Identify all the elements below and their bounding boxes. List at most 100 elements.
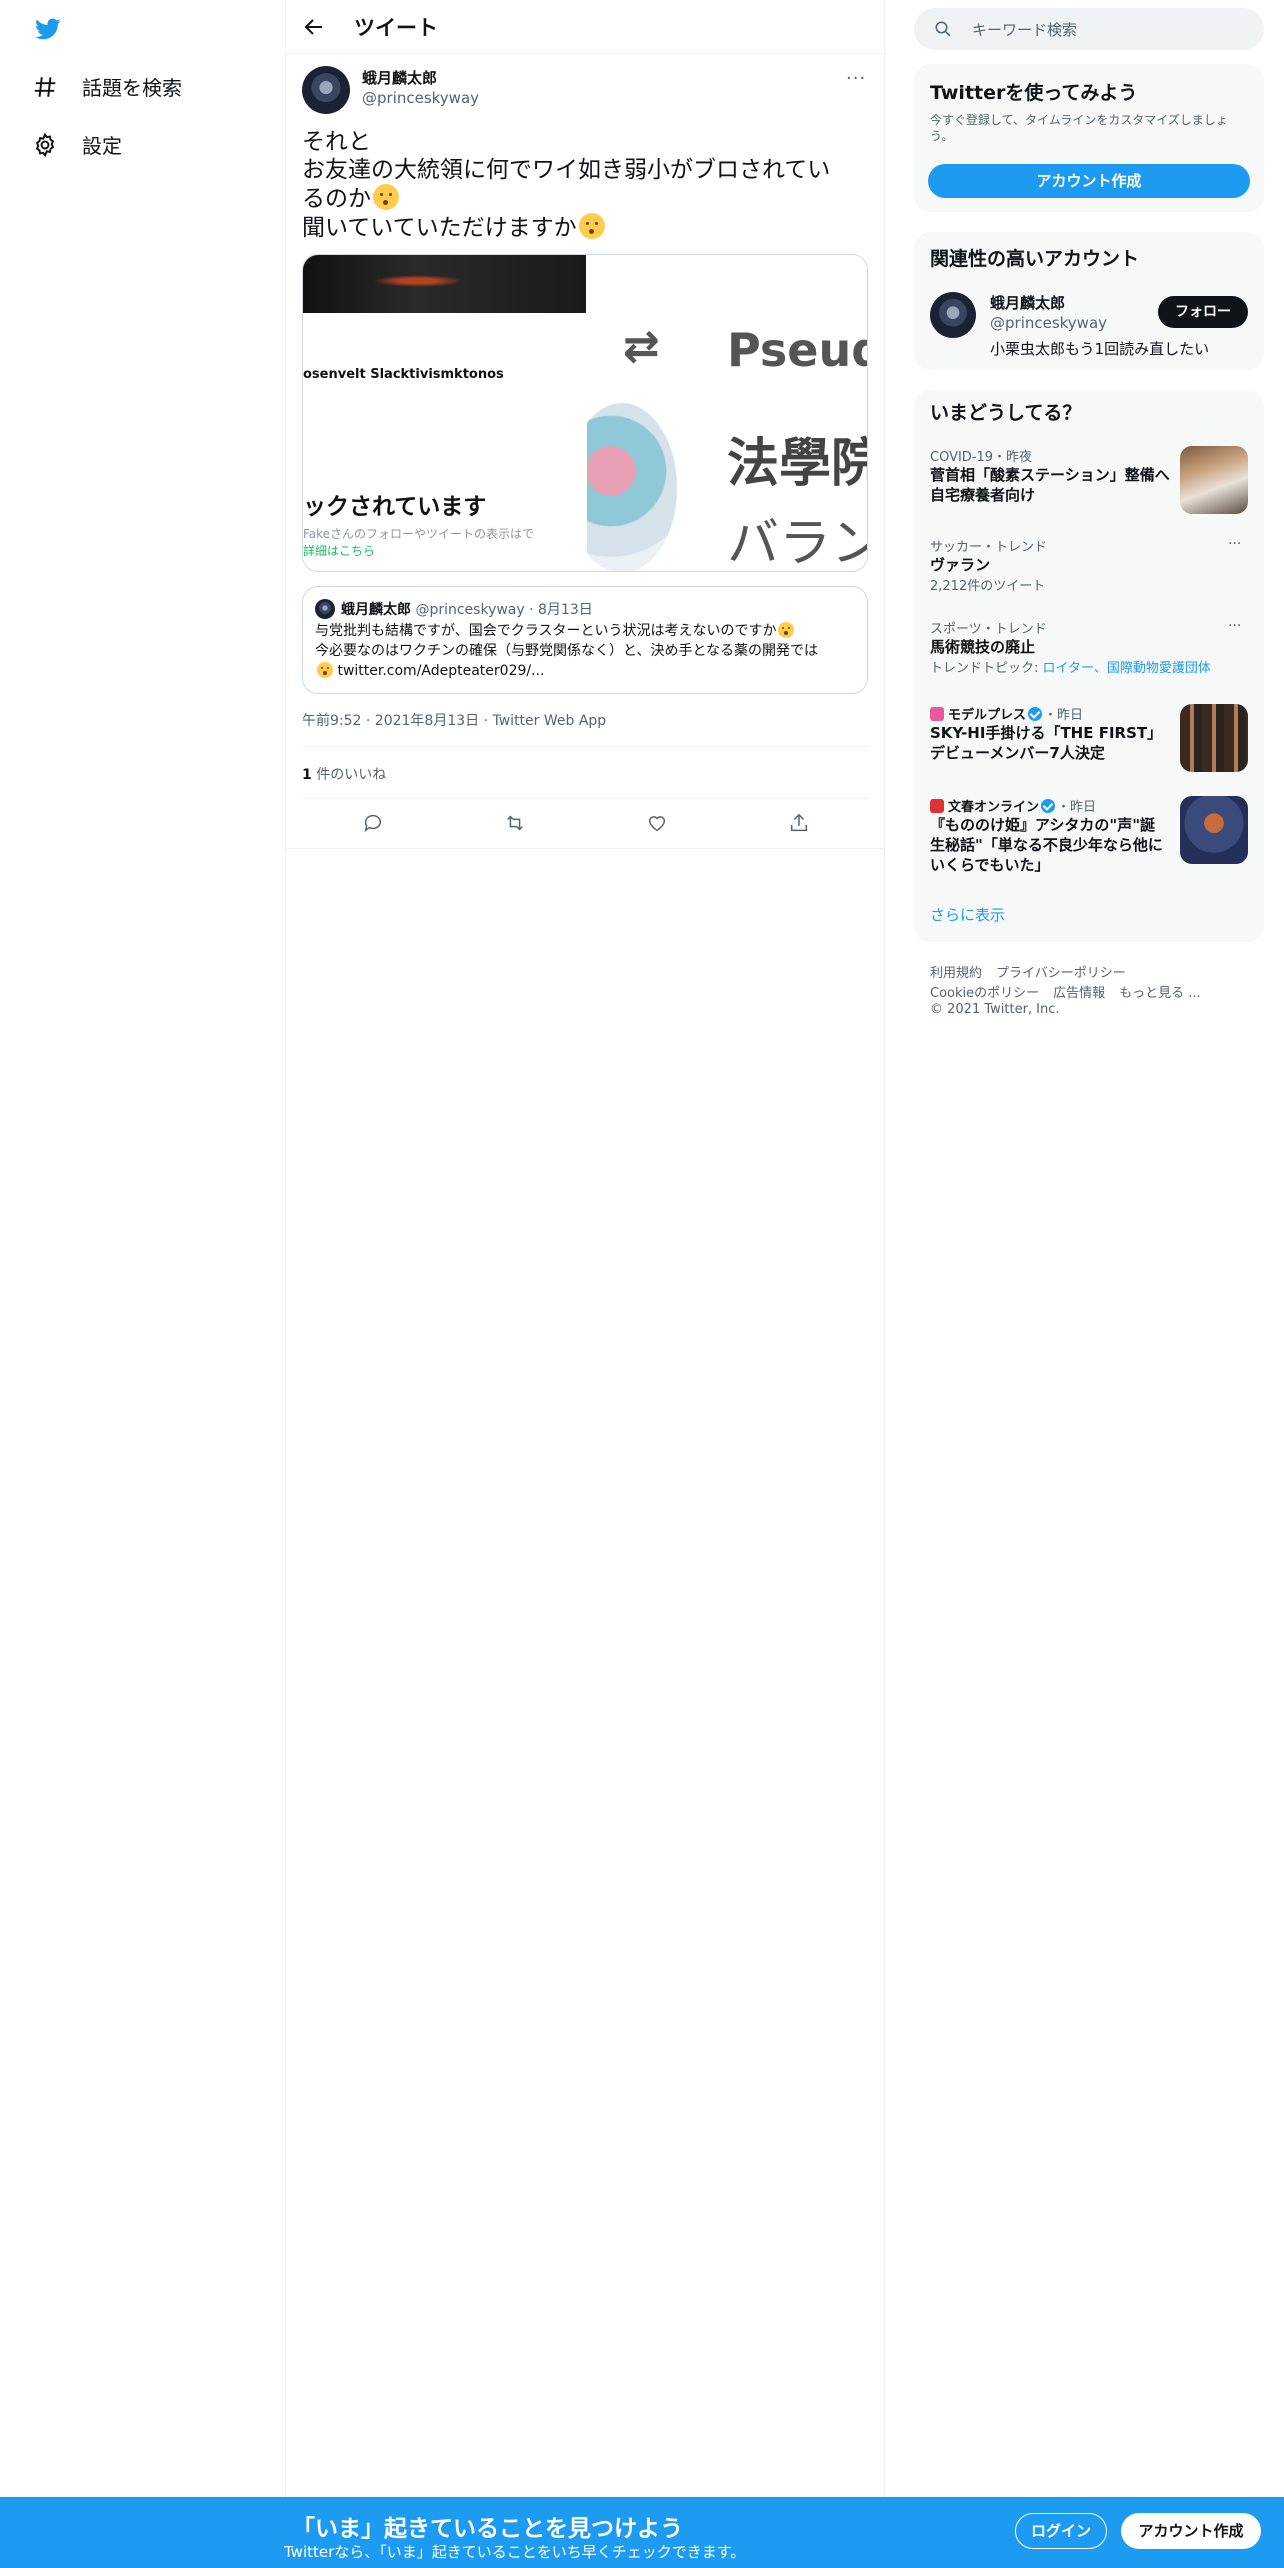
trend-source: 文春オンライン xyxy=(948,800,1040,815)
tweet-timestamp[interactable]: 午前9:52 · 2021年8月13日 · Twitter Web App xyxy=(302,710,606,730)
trend-category: COVID-19・昨夜 xyxy=(930,450,1033,465)
footer-links: Cookieのポリシー 広告情報 もっと見る ... xyxy=(930,982,1215,1001)
trends-card: いまどうしてる？ COVID-19・昨夜 菅首相「酸素ステーション」整備へ 自宅… xyxy=(914,390,1264,942)
nav-settings[interactable]: 設定 xyxy=(32,130,122,159)
related-name[interactable]: 蛾月麟太郎 xyxy=(990,292,1065,313)
worried-face-emoji-icon xyxy=(373,184,399,210)
worried-face-emoji-icon xyxy=(778,622,795,638)
author-name[interactable]: 蛾月麟太郎 xyxy=(362,68,479,88)
share-icon[interactable] xyxy=(788,812,810,834)
bottom-bar-subtitle: Twitterなら、「いま」起きていることをいち早くチェックできます。 xyxy=(284,2543,746,2561)
author-info[interactable]: 蛾月麟太郎 @princeskyway xyxy=(362,68,479,108)
related-bio: 小栗虫太郎もう1回読み直したい xyxy=(990,340,1210,358)
trend-category: サッカー・トレンド xyxy=(930,540,1048,555)
tweet-media[interactable]: osenvelt Slacktivismktonos ックされています Fake… xyxy=(302,254,868,572)
tweet-line: それと xyxy=(302,129,371,155)
gear-icon xyxy=(35,132,55,157)
tweet-actions xyxy=(302,812,868,840)
divider xyxy=(302,746,868,747)
trend-item[interactable]: COVID-19・昨夜 菅首相「酸素ステーション」整備へ 自宅療養者向け xyxy=(930,446,1170,505)
tweet-line: るのか xyxy=(302,186,371,212)
trend-thumbnail[interactable] xyxy=(1180,796,1248,864)
footer-link[interactable]: もっと見る ... xyxy=(1119,986,1201,1001)
trend-title: 『もののけ姫』アシタカの"声"誕生秘話"「単なる不良少年なら他にいくらでもいた」 xyxy=(930,816,1163,874)
quote-header: 蛾月麟太郎 @princeskyway · 8月13日 xyxy=(341,599,593,619)
author-handle[interactable]: @princeskyway xyxy=(362,88,479,108)
quote-line: 与党批判も結構ですが、国会でクラスターという状況は考えないのですか xyxy=(315,623,777,639)
trend-topic-link[interactable]: ロイター、国際動物愛護団体 xyxy=(1043,661,1211,676)
trend-item[interactable]: モデルプレス ・昨日 SKY-HI手掛ける「THE FIRST」デビューメンバー7… xyxy=(930,704,1170,763)
trend-item[interactable]: 文春オンライン ・昨日 『もののけ姫』アシタカの"声"誕生秘話"「単なる不良少年な… xyxy=(930,796,1170,875)
source-icon xyxy=(930,707,944,721)
retweet-icon[interactable] xyxy=(504,812,526,834)
hashtag-icon xyxy=(34,76,56,97)
footer-link[interactable]: 広告情報 xyxy=(1053,986,1105,1001)
tweet-text: それと お友達の大統領に何でワイ如き弱小がブロされてい るのか 聞いていていただ… xyxy=(302,128,868,242)
media-kanji: 法學院 xyxy=(727,434,868,494)
quote-body: 与党批判も結構ですが、国会でクラスターという状況は考えないのですか 今必要なのは… xyxy=(315,621,855,681)
login-button[interactable]: ログイン xyxy=(1015,2513,1107,2549)
trend-time: ・昨日 xyxy=(1044,708,1084,723)
trend-title: ヴァラン xyxy=(930,556,991,574)
divider xyxy=(884,0,885,2568)
trend-thumbnail[interactable] xyxy=(1180,446,1248,514)
footer-links: 利用規約 プライバシーポリシー xyxy=(930,962,1140,981)
media-avatar-art xyxy=(587,403,677,571)
media-profile-name: osenvelt Slacktivismktonos xyxy=(303,367,504,382)
like-heart-icon[interactable] xyxy=(646,812,668,834)
retweet-glyph-icon: ⇄ xyxy=(623,321,660,372)
media-image-right[interactable]: ⇄ Pseudo 法學院 バラン xyxy=(587,255,868,571)
quote-author-name: 蛾月麟太郎 xyxy=(341,602,411,618)
thinking-face-emoji-icon xyxy=(578,213,605,239)
related-accounts-card: 関連性の高いアカウント 蛾月麟太郎 @princeskyway 小栗虫太郎もう1… xyxy=(914,232,1264,370)
related-avatar[interactable] xyxy=(930,292,976,338)
trend-thumbnail[interactable] xyxy=(1180,704,1248,772)
signup-desc: 今すぐ登録して、タイムラインをカスタマイズしましょう。 xyxy=(930,113,1228,143)
more-options-icon[interactable]: ··· xyxy=(846,68,866,89)
more-options-icon[interactable]: ··· xyxy=(1228,536,1241,552)
tweet-line: お友達の大統領に何でワイ如き弱小がブロされてい xyxy=(302,157,831,183)
author-avatar[interactable] xyxy=(302,66,350,114)
back-arrow-icon[interactable] xyxy=(302,15,326,39)
trend-source: モデルプレス xyxy=(948,708,1027,723)
quote-avatar xyxy=(315,599,335,619)
media-banner xyxy=(303,255,586,313)
footer-link[interactable]: 利用規約 xyxy=(930,966,982,981)
media-image-left[interactable]: osenvelt Slacktivismktonos ックされています Fake… xyxy=(303,255,586,571)
trend-title: SKY-HI手掛ける「THE FIRST」デビューメンバー7人決定 xyxy=(930,724,1163,762)
trend-title: 馬術競技の廃止 xyxy=(930,638,1036,656)
search-input[interactable]: キーワード検索 xyxy=(972,19,1077,40)
copyright: © 2021 Twitter, Inc. xyxy=(930,1002,1060,1017)
reply-icon[interactable] xyxy=(362,812,384,834)
bottom-signup-bar: 「いま」起きていることを見つけよう Twitterなら、「いま」起きていることを… xyxy=(0,2497,1284,2568)
create-account-button[interactable]: アカウント作成 xyxy=(928,164,1250,198)
signup-title: Twitterを使ってみよう xyxy=(930,82,1138,104)
trend-item[interactable]: スポーツ・トレンド 馬術競技の廃止 トレンドトピック: ロイター、国際動物愛護団… xyxy=(930,618,1250,676)
verified-badge-icon xyxy=(1028,707,1043,721)
trend-title: 菅首相「酸素ステーション」整備へ 自宅療養者向け xyxy=(930,466,1170,504)
main-column: ツイート 蛾月麟太郎 @princeskyway ··· それと お友達の大統領… xyxy=(286,0,884,2568)
quote-handle-date: @princeskyway · 8月13日 xyxy=(415,602,593,618)
quoted-tweet[interactable]: 蛾月麟太郎 @princeskyway · 8月13日 与党批判も結構ですが、国… xyxy=(302,586,868,694)
search-box[interactable]: キーワード検索 xyxy=(914,8,1264,50)
follow-button[interactable]: フォロー xyxy=(1158,296,1248,328)
trend-item[interactable]: サッカー・トレンド ヴァラン 2,212件のツイート xyxy=(930,536,1230,594)
divider xyxy=(286,848,884,849)
likes-count[interactable]: 1 件のいいね xyxy=(302,764,386,784)
more-options-icon[interactable]: ··· xyxy=(1228,618,1241,634)
twitter-logo-icon[interactable] xyxy=(32,16,64,42)
footer-link[interactable]: プライバシーポリシー xyxy=(996,966,1126,981)
worried-face-emoji-icon xyxy=(317,662,333,678)
show-more-link[interactable]: さらに表示 xyxy=(930,904,1005,925)
trend-time: ・昨日 xyxy=(1057,800,1097,815)
media-blocked-sub: Fakeさんのフォローやツイートの表示はで xyxy=(303,527,535,541)
nav-explore[interactable]: 話題を検索 xyxy=(32,72,182,101)
footer-link[interactable]: Cookieのポリシー xyxy=(930,986,1039,1001)
signup-button[interactable]: アカウント作成 xyxy=(1121,2513,1261,2549)
related-handle[interactable]: @princeskyway xyxy=(990,314,1107,332)
bottom-bar-title: 「いま」起きていることを見つけよう xyxy=(292,2516,683,2542)
nav-settings-label: 設定 xyxy=(82,134,122,158)
likes-label: 件のいいね xyxy=(311,767,387,783)
signup-card: Twitterを使ってみよう 今すぐ登録して、タイムラインをカスタマイズしましょ… xyxy=(914,64,1264,212)
media-details-link: 詳細はこちら xyxy=(303,544,376,558)
